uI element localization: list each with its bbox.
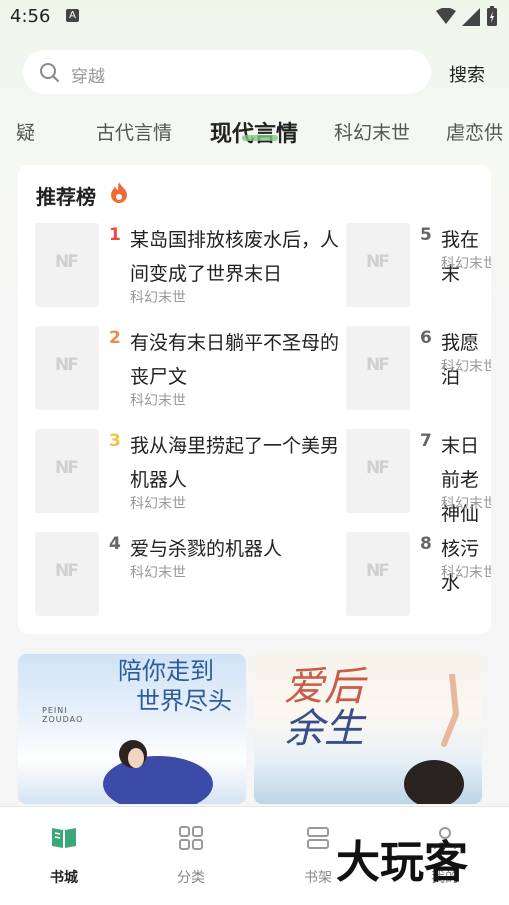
ranking-item[interactable]: NF 2 有没有末日躺平不圣母的丧尸文 科幻末世 [35,326,339,416]
category-tabs: 疑 古代言情 现代言情 科幻末世 虐恋供 [0,110,509,154]
nav-category[interactable]: 分类 [161,825,221,886]
ranking-item[interactable]: NF 5 我在末 科幻末世 [346,223,491,313]
book-cover[interactable]: NF [35,223,99,307]
cover-placeholder-logo: NF [366,458,390,478]
cover-placeholder-logo: NF [366,252,390,272]
book-open-icon [52,828,76,848]
book-title[interactable]: 某岛国排放核废水后，人间变成了世界末日 [130,223,340,291]
rank-number: 8 [420,534,432,554]
book-genre: 科幻末世 [441,496,491,512]
bookshelf-icon [307,827,329,849]
tab-scifi[interactable]: 科幻末世 [334,118,410,145]
rank-number: 4 [109,534,121,554]
banner-right-line1: 爱后 [284,664,364,710]
cover-placeholder-logo: NF [366,561,390,581]
rank-number: 1 [109,225,121,245]
book-title[interactable]: 末日前老神仙 [441,429,489,531]
rank-number: 7 [420,431,432,451]
ranking-item[interactable]: NF 6 我愿泊 科幻末世 [346,326,491,416]
book-cover[interactable]: NF [35,326,99,410]
status-bar: 4:56 A [0,0,509,36]
banner-right-figure [404,674,464,804]
book-cover[interactable]: NF [346,429,410,513]
battery-icon [487,6,497,26]
cover-placeholder-logo: NF [366,355,390,375]
book-cover[interactable]: NF [35,429,99,513]
ranking-item[interactable]: NF 7 末日前老神仙 科幻末世 [346,429,491,525]
banner-left-title: 陪你走到 世界尽头 [118,656,232,716]
rank-number: 6 [420,328,432,348]
active-tab-indicator [242,135,278,141]
tab-ancient-romance[interactable]: 古代言情 [96,118,172,145]
book-title[interactable]: 爱与杀戮的机器人 [130,532,340,566]
ranking-card: 推荐榜 NF 1 某岛国排放核废水后，人间变成了世界末日 科幻末世 NF 2 有没有末日躺平… [18,165,491,634]
tab-partial-right[interactable]: 虐恋供 [446,118,503,145]
banner-left-line2: 世界尽头 [136,687,232,715]
ranking-item[interactable]: NF 3 我从海里捞起了一个美男机器人 科幻末世 [35,429,339,519]
banner-right-title: 爱后 余生 [284,666,364,750]
banner-right[interactable]: 爱后 余生 [254,654,482,804]
nav-bookstore[interactable]: 书城 [34,825,94,886]
nav-bookstore-label: 书城 [50,870,78,886]
banner-left-line1: 陪你走到 [118,657,214,685]
wifi-icon [436,8,456,24]
book-genre: 科幻末世 [441,256,491,272]
ranking-item[interactable]: NF 4 爱与杀戮的机器人 科幻末世 [35,532,335,622]
book-title[interactable]: 有没有末日躺平不圣母的丧尸文 [130,326,340,394]
ranking-item[interactable]: NF 8 核污水 科幻末世 [346,532,491,622]
search-button[interactable]: 搜索 [449,61,485,87]
banner-left-sub1: PEINI [42,706,68,715]
banner-left-sub2: ZOUDAO [42,715,84,724]
search-placeholder: 穿越 [71,67,105,87]
book-title[interactable]: 我从海里捞起了一个美男机器人 [130,429,340,497]
cover-placeholder-logo: NF [55,458,79,478]
notification-a-icon: A [66,9,79,22]
book-genre: 科幻末世 [441,565,491,581]
rank-number: 3 [109,431,121,451]
fire-icon [111,182,127,203]
tab-modern-romance[interactable]: 现代言情 [210,116,298,148]
rank-number: 2 [109,328,121,348]
book-genre: 科幻末世 [130,565,186,581]
watermark-logo: 大玩客 [336,837,468,888]
ranking-title: 推荐榜 [36,185,96,209]
signal-icon [462,8,480,26]
book-cover[interactable]: NF [346,223,410,307]
nav-category-label: 分类 [177,870,205,886]
rank-number: 5 [420,225,432,245]
banner-left[interactable]: 陪你走到 世界尽头 PEINI ZOUDAO [18,654,246,804]
ranking-item[interactable]: NF 1 某岛国排放核废水后，人间变成了世界末日 科幻末世 [35,223,339,313]
cover-placeholder-logo: NF [55,561,79,581]
book-genre: 科幻末世 [130,393,186,409]
cover-placeholder-logo: NF [55,252,79,272]
book-cover[interactable]: NF [346,532,410,616]
book-cover[interactable]: NF [35,532,99,616]
status-time: 4:56 [10,6,51,27]
banner-right-line2: 余生 [284,706,364,752]
book-genre: 科幻末世 [130,290,186,306]
banner-left-figure [103,740,213,804]
tab-partial-left[interactable]: 疑 [16,118,35,145]
search-input[interactable]: 穿越 [23,50,431,94]
grid-icon [179,826,203,850]
book-genre: 科幻末世 [441,359,491,375]
book-cover[interactable]: NF [346,326,410,410]
cover-placeholder-logo: NF [55,355,79,375]
search-icon [40,63,59,82]
book-genre: 科幻末世 [130,496,186,512]
banner-left-subtitle: PEINI ZOUDAO [42,706,83,724]
